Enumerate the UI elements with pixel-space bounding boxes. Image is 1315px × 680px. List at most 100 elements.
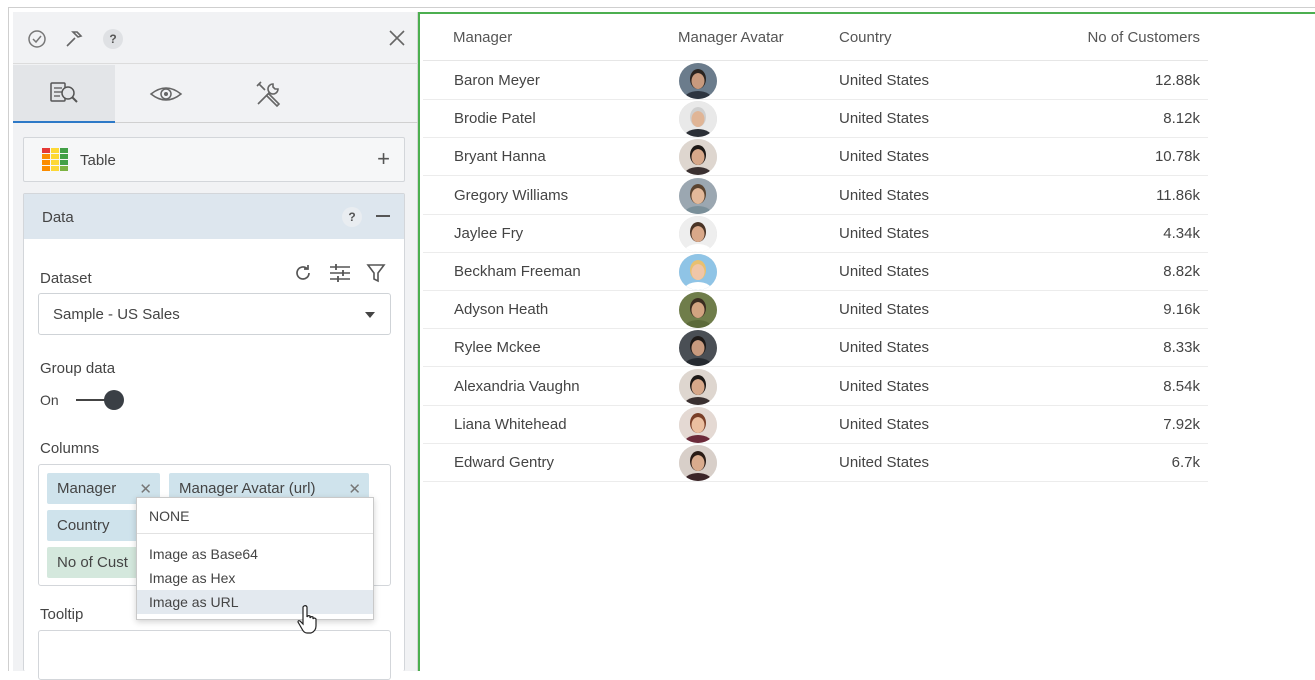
- table-chart-icon: [42, 148, 68, 171]
- menu-item-none[interactable]: NONE: [137, 504, 373, 528]
- dataset-label: Dataset: [40, 270, 92, 287]
- chip-label: Manager Avatar (url): [179, 480, 316, 497]
- editor-toolbar: ?: [13, 12, 418, 64]
- cell-country: United States: [839, 377, 930, 395]
- cell-customers: 6.7k: [1171, 454, 1200, 471]
- table-row[interactable]: Liana Whitehead United States 7.92k: [423, 406, 1208, 444]
- manager-avatar: [679, 101, 717, 138]
- manager-avatar: [679, 254, 717, 290]
- menu-item-hex[interactable]: Image as Hex: [137, 566, 373, 590]
- table-row[interactable]: Beckham Freeman United States 8.82k: [423, 253, 1208, 291]
- sliders-icon[interactable]: [329, 262, 351, 284]
- manager-avatar: [679, 368, 717, 405]
- tab-data[interactable]: [13, 65, 115, 123]
- cell-customers: 8.12k: [1163, 110, 1200, 128]
- cell-country: United States: [839, 263, 930, 280]
- cell-customers: 10.78k: [1154, 148, 1200, 166]
- filter-icon[interactable]: [365, 262, 387, 284]
- collapse-icon[interactable]: [376, 215, 390, 217]
- tab-tools[interactable]: [217, 65, 319, 123]
- cell-manager: Jaylee Fry: [454, 224, 524, 242]
- table-row[interactable]: Adyson Heath United States 9.16k: [423, 291, 1208, 330]
- cell-country: United States: [839, 339, 930, 357]
- table-row[interactable]: Brodie Patel United States 8.12k: [423, 100, 1208, 139]
- table-row[interactable]: Baron Meyer United States 12.88k: [423, 62, 1208, 100]
- manager-avatar: [679, 215, 717, 252]
- group-data-label: Group data: [40, 360, 116, 377]
- table-row[interactable]: Edward Gentry United States 6.7k: [423, 444, 1208, 482]
- hand-cursor-icon: [297, 605, 317, 634]
- cell-manager: Beckham Freeman: [454, 263, 581, 280]
- remove-icon[interactable]: ✕: [348, 480, 361, 498]
- cell-manager: Baron Meyer: [454, 72, 540, 89]
- data-search-icon: [50, 82, 78, 103]
- tooltip-field[interactable]: [38, 630, 391, 680]
- wrench-screwdriver-icon: [256, 81, 281, 108]
- menu-item-base64[interactable]: Image as Base64: [137, 542, 373, 566]
- menu-divider: [137, 533, 373, 534]
- cell-country: United States: [839, 186, 930, 204]
- tab-appearance[interactable]: [115, 65, 217, 123]
- cell-customers: 4.34k: [1163, 224, 1200, 242]
- cell-customers: 7.92k: [1163, 415, 1200, 433]
- tooltip-label: Tooltip: [40, 606, 84, 623]
- manager-avatar: [679, 292, 717, 329]
- data-section-title: Data: [42, 209, 74, 226]
- table-row[interactable]: Gregory Williams United States 11.86k: [423, 177, 1208, 215]
- columns-label: Columns: [40, 440, 100, 457]
- cell-manager: Adyson Heath: [454, 301, 549, 319]
- table-row[interactable]: Bryant Hanna United States 10.78k: [423, 138, 1208, 177]
- cell-manager: Brodie Patel: [454, 110, 536, 128]
- cell-country: United States: [839, 110, 930, 128]
- close-icon[interactable]: [385, 26, 409, 50]
- cell-customers: 8.54k: [1163, 377, 1200, 395]
- manager-avatar: [679, 63, 717, 99]
- group-data-toggle[interactable]: [76, 390, 124, 410]
- visual-type-card[interactable]: Table +: [23, 137, 405, 182]
- image-format-menu: NONE Image as Base64 Image as Hex Image …: [136, 497, 374, 620]
- data-section-header[interactable]: Data ?: [24, 194, 404, 239]
- manager-avatar: [679, 406, 717, 443]
- cell-customers: 12.88k: [1154, 72, 1200, 89]
- column-header-avatar[interactable]: Manager Avatar: [678, 29, 784, 46]
- plus-icon[interactable]: +: [377, 147, 390, 171]
- cell-country: United States: [839, 72, 930, 89]
- manager-avatar: [679, 330, 717, 367]
- table-row[interactable]: Rylee Mckee United States 8.33k: [423, 329, 1208, 368]
- column-chip-customers[interactable]: No of Cust: [47, 547, 147, 578]
- cell-customers: 11.86k: [1156, 186, 1200, 204]
- manager-avatar: [679, 177, 717, 214]
- chip-label: Manager: [57, 480, 117, 497]
- cell-country: United States: [839, 415, 930, 433]
- eye-icon: [149, 87, 183, 101]
- manager-avatar: [679, 445, 717, 481]
- cell-customers: 8.33k: [1163, 339, 1200, 357]
- help-icon[interactable]: ?: [101, 27, 125, 51]
- table-row[interactable]: Jaylee Fry United States 4.34k: [423, 215, 1208, 253]
- chip-label: Country: [57, 517, 110, 534]
- visual-type-label: Table: [80, 152, 116, 169]
- chevron-down-icon: [365, 312, 375, 318]
- table-visual: Manager Manager Avatar Country No of Cus…: [418, 12, 1315, 671]
- frame-border-left: [8, 7, 9, 671]
- manager-avatar: [679, 139, 717, 176]
- refresh-icon[interactable]: [292, 262, 314, 284]
- column-header-customers[interactable]: No of Customers: [1050, 29, 1200, 46]
- cell-customers: 9.16k: [1163, 301, 1200, 319]
- eyedropper-icon[interactable]: [62, 27, 86, 51]
- table-row[interactable]: Alexandria Vaughn United States 8.54k: [423, 368, 1208, 406]
- column-header-country[interactable]: Country: [839, 29, 892, 46]
- column-header-manager[interactable]: Manager: [453, 29, 512, 46]
- data-help-icon[interactable]: ?: [342, 207, 362, 227]
- cell-manager: Bryant Hanna: [454, 148, 546, 166]
- cell-country: United States: [839, 454, 930, 471]
- check-circle-icon[interactable]: [25, 27, 49, 51]
- editor-tabs: [13, 65, 418, 123]
- column-chip-country[interactable]: Country: [47, 510, 147, 541]
- cell-manager: Edward Gentry: [454, 454, 555, 471]
- cell-manager: Rylee Mckee: [454, 339, 541, 357]
- remove-icon[interactable]: ✕: [139, 480, 152, 498]
- help-badge: ?: [103, 29, 123, 49]
- dataset-select[interactable]: Sample - US Sales: [38, 293, 391, 335]
- menu-item-url[interactable]: Image as URL: [137, 590, 373, 614]
